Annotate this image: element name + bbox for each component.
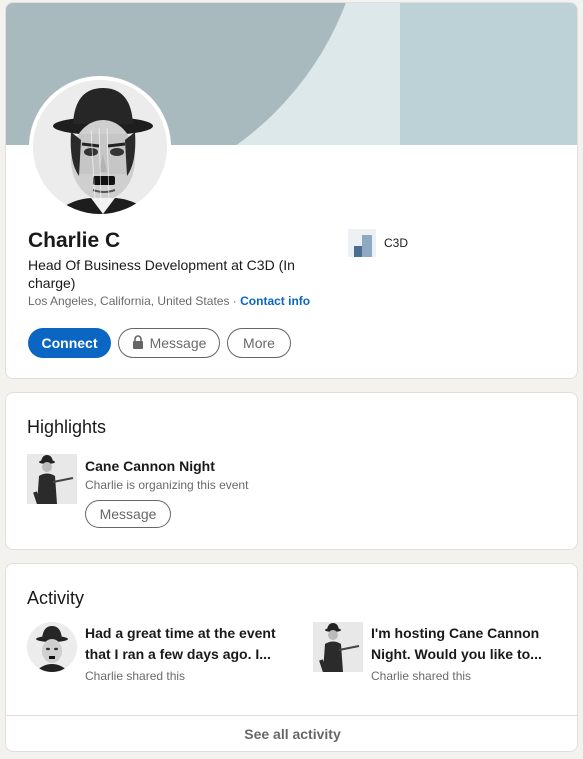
profile-card: Charlie C Head Of Business Development a…	[5, 2, 578, 379]
more-button[interactable]: More	[227, 328, 291, 358]
message-button-label: Message	[149, 335, 207, 351]
activity-title: Activity	[27, 588, 85, 608]
profile-location-line: Los Angeles, California, United States ·…	[28, 294, 310, 308]
profile-location: Los Angeles, California, United States	[28, 294, 230, 308]
highlights-title: Highlights	[27, 417, 107, 437]
profile-name: Charlie C	[28, 229, 121, 252]
contact-info-link[interactable]: Contact info	[240, 294, 310, 308]
activity-meta: Charlie shared this	[371, 669, 472, 683]
activity-thumbnail	[27, 622, 77, 672]
activity-thumbnail	[313, 622, 363, 672]
lock-icon	[132, 334, 144, 352]
activity-card: Activity Had a great time at the event t…	[5, 563, 578, 752]
profile-headline: Head Of Business Development at C3D (In …	[28, 257, 295, 291]
activity-text: Had a great time at the event that I ran…	[85, 625, 276, 662]
event-subtitle: Charlie is organizing this event	[85, 478, 249, 492]
company-link[interactable]: C3D	[348, 229, 408, 257]
profile-actions: Connect Message More	[28, 328, 291, 358]
connect-button[interactable]: Connect	[28, 328, 111, 358]
message-button[interactable]: Message	[118, 328, 220, 358]
event-thumbnail[interactable]	[27, 454, 77, 504]
profile-avatar[interactable]	[29, 76, 171, 218]
location-separator: ·	[229, 294, 241, 308]
activity-text: I'm hosting Cane Cannon Night. Would you…	[371, 625, 542, 662]
company-logo	[348, 229, 376, 257]
event-title[interactable]: Cane Cannon Night	[85, 458, 215, 474]
company-name: C3D	[384, 236, 409, 250]
activity-meta: Charlie shared this	[85, 669, 186, 683]
see-all-activity-button[interactable]: See all activity	[6, 715, 577, 751]
highlights-card: Highlights Cane Cannon Night Charlie is …	[5, 392, 578, 550]
highlight-message-button[interactable]: Message	[85, 500, 171, 528]
